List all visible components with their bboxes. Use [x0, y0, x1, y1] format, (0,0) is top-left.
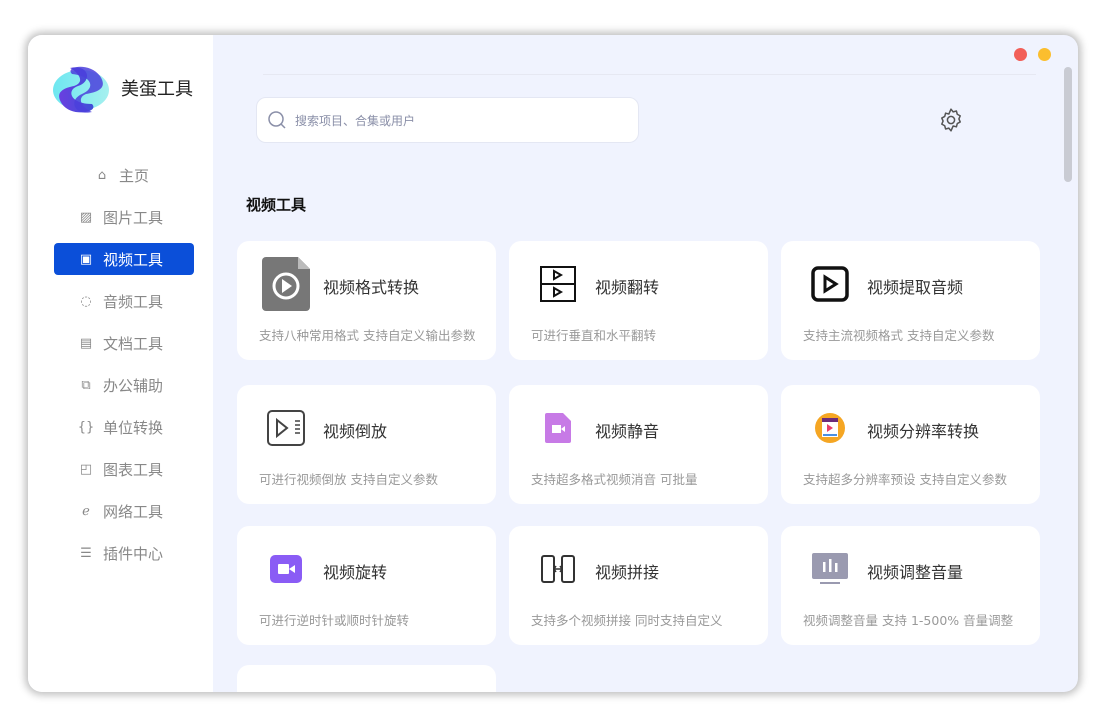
app-logo — [53, 66, 109, 113]
tool-card-volume[interactable]: 视频调整音量 视频调整音量 支持 1-500% 音量调整 — [781, 526, 1040, 645]
sidebar-item-chart-tools[interactable]: ◰ 图表工具 — [54, 453, 194, 485]
divider — [263, 74, 1036, 75]
tool-card-merge[interactable]: 视频拼接 支持多个视频拼接 同时支持自定义 — [509, 526, 768, 645]
tool-card-rotate[interactable]: 视频旋转 可进行逆时针或顺时针旋转 — [237, 526, 496, 645]
sidebar-item-label: 办公辅助 — [103, 376, 164, 395]
tool-card-partial[interactable] — [237, 665, 496, 692]
search-input[interactable]: 搜索项目、合集或用户 — [256, 97, 639, 143]
card-title: 视频静音 — [595, 422, 660, 441]
browser-icon: ℯ — [82, 503, 90, 519]
card-description: 支持超多格式视频消音 可批量 — [531, 472, 698, 487]
video-camera-icon — [261, 543, 311, 595]
section-title: 视频工具 — [246, 196, 307, 214]
card-description: 可进行视频倒放 支持自定义参数 — [259, 472, 438, 487]
gear-icon[interactable] — [938, 107, 964, 133]
tool-card-format-convert[interactable]: 视频格式转换 支持八种常用格式 支持自定义输出参数 — [237, 241, 496, 360]
image-icon: ▨ — [79, 209, 93, 225]
video-file-icon — [261, 257, 311, 311]
sidebar-item-label: 主页 — [119, 166, 150, 185]
sidebar-item-label: 视频工具 — [103, 250, 164, 269]
sidebar: 美蛋工具 ⌂ 主页 ▨ 图片工具 ▣ 视频工具 ◌ 音频工具 ▤ 文档工具 ⧉ 办公辅助 {… — [28, 35, 213, 692]
sidebar-item-label: 音频工具 — [103, 292, 164, 311]
sidebar-item-label: 插件中心 — [103, 544, 164, 563]
app-name: 美蛋工具 — [121, 79, 193, 100]
sidebar-item-unit-convert[interactable]: {} 单位转换 — [54, 411, 194, 443]
card-title: 视频格式转换 — [323, 278, 420, 297]
tool-card-flip[interactable]: 视频翻转 可进行垂直和水平翻转 — [509, 241, 768, 360]
tool-card-resolution[interactable]: 视频分辨率转换 支持超多分辨率预设 支持自定义参数 — [781, 385, 1040, 504]
minimize-button[interactable] — [1038, 48, 1051, 61]
sidebar-item-home[interactable]: ⌂ 主页 — [54, 159, 194, 191]
scrollbar[interactable] — [1064, 67, 1072, 182]
main-content: 搜索项目、合集或用户 视频工具 视频格式转换 支持八种常用格式 支持自定义输出参… — [213, 35, 1078, 692]
sidebar-item-audio-tools[interactable]: ◌ 音频工具 — [54, 285, 194, 317]
card-description: 视频调整音量 支持 1-500% 音量调整 — [803, 613, 1014, 628]
sidebar-nav: ⌂ 主页 ▨ 图片工具 ▣ 视频工具 ◌ 音频工具 ▤ 文档工具 ⧉ 办公辅助 {} 单位转换… — [54, 159, 194, 579]
sidebar-item-network-tools[interactable]: ℯ 网络工具 — [54, 495, 194, 527]
sidebar-item-label: 图表工具 — [103, 460, 164, 479]
headset-icon: ◌ — [80, 293, 92, 309]
card-title: 视频调整音量 — [867, 563, 964, 582]
chart-icon: ◰ — [79, 461, 93, 477]
copy-icon: ⧉ — [81, 377, 91, 393]
sliders-icon: ☰ — [80, 545, 92, 561]
projector-icon: ▣ — [79, 251, 93, 267]
sidebar-item-office[interactable]: ⧉ 办公辅助 — [54, 369, 194, 401]
tool-card-mute[interactable]: 视频静音 支持超多格式视频消音 可批量 — [509, 385, 768, 504]
card-title: 视频分辨率转换 — [867, 422, 980, 441]
sidebar-item-image-tools[interactable]: ▨ 图片工具 — [54, 201, 194, 233]
video-mute-icon — [533, 402, 583, 454]
document-icon: ▤ — [79, 335, 93, 351]
flip-icon — [533, 258, 583, 310]
home-icon: ⌂ — [97, 167, 107, 183]
sidebar-item-video-tools[interactable]: ▣ 视频工具 — [54, 243, 194, 275]
braces-icon: {} — [77, 419, 95, 435]
sidebar-item-plugins[interactable]: ☰ 插件中心 — [54, 537, 194, 569]
tool-card-extract-audio[interactable]: 视频提取音频 支持主流视频格式 支持自定义参数 — [781, 241, 1040, 360]
card-title: 视频旋转 — [323, 563, 388, 582]
card-title: 视频翻转 — [595, 278, 660, 297]
sidebar-item-label: 图片工具 — [103, 208, 164, 227]
card-title: 视频拼接 — [595, 563, 660, 582]
sidebar-item-label: 文档工具 — [103, 334, 164, 353]
card-description: 可进行垂直和水平翻转 — [531, 328, 657, 343]
card-title: 视频倒放 — [323, 422, 388, 441]
sidebar-item-label: 网络工具 — [103, 502, 164, 521]
close-button[interactable] — [1014, 48, 1027, 61]
resolution-icon — [805, 402, 855, 454]
card-description: 可进行逆时针或顺时针旋转 — [259, 613, 410, 628]
volume-bars-icon — [805, 543, 855, 595]
card-description: 支持超多分辨率预设 支持自定义参数 — [803, 472, 1007, 487]
card-description: 支持多个视频拼接 同时支持自定义 — [531, 613, 723, 628]
card-description: 支持主流视频格式 支持自定义参数 — [803, 328, 995, 343]
search-placeholder: 搜索项目、合集或用户 — [295, 113, 416, 128]
card-description: 支持八种常用格式 支持自定义输出参数 — [259, 328, 476, 343]
merge-icon — [533, 543, 583, 595]
reverse-play-icon — [261, 402, 311, 454]
sidebar-item-document-tools[interactable]: ▤ 文档工具 — [54, 327, 194, 359]
card-title: 视频提取音频 — [867, 278, 964, 297]
play-box-icon — [805, 258, 855, 310]
search-icon — [268, 111, 286, 129]
tool-card-reverse[interactable]: 视频倒放 可进行视频倒放 支持自定义参数 — [237, 385, 496, 504]
sidebar-item-label: 单位转换 — [103, 418, 164, 437]
app-window: 美蛋工具 ⌂ 主页 ▨ 图片工具 ▣ 视频工具 ◌ 音频工具 ▤ 文档工具 ⧉ 办公辅助 {… — [28, 35, 1078, 692]
